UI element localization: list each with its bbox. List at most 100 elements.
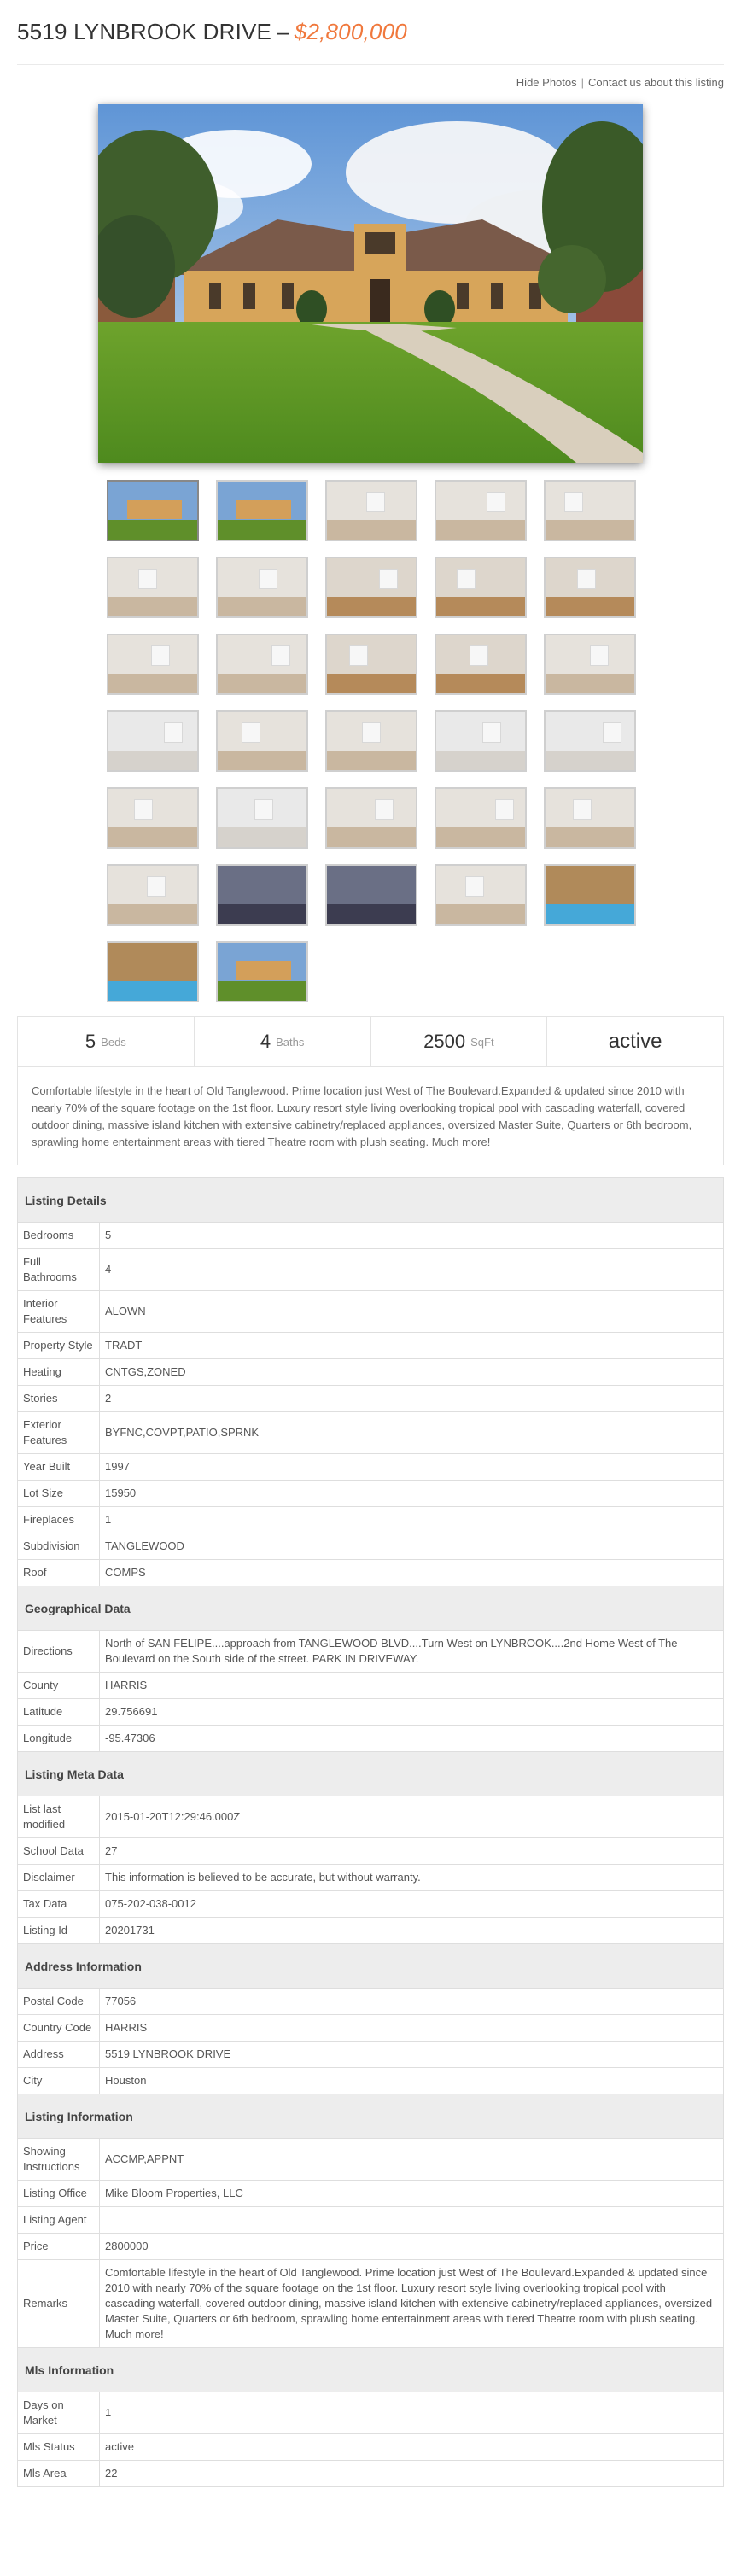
contact-link[interactable]: Contact us about this listing <box>588 76 724 89</box>
detail-row: Listing Id 20201731 <box>17 1917 724 1944</box>
detail-label: Exterior Features <box>17 1411 100 1454</box>
detail-row: Year Built 1997 <box>17 1453 724 1481</box>
detail-row: Latitude 29.756691 <box>17 1698 724 1726</box>
photo-thumbnail[interactable] <box>544 480 636 541</box>
detail-label: School Data <box>17 1837 100 1865</box>
thumbnail-floor <box>218 980 306 1001</box>
detail-value: ALOWN <box>99 1290 724 1333</box>
photo-thumbnail[interactable] <box>435 480 527 541</box>
photo-thumbnail[interactable] <box>107 634 199 695</box>
photo-thumbnail[interactable] <box>107 557 199 618</box>
photo-thumbnail[interactable] <box>544 787 636 849</box>
photo-thumbnail[interactable] <box>216 787 308 849</box>
thumbnail-house <box>127 500 182 519</box>
photo-thumbnail[interactable] <box>216 941 308 1002</box>
photo-thumbnail[interactable] <box>435 634 527 695</box>
photo-thumbnail[interactable] <box>216 634 308 695</box>
house-photo-illustration <box>98 104 643 463</box>
title-dash: – <box>277 19 289 44</box>
photo-thumbnail[interactable] <box>435 557 527 618</box>
detail-label: County <box>17 1672 100 1699</box>
photo-thumbnail[interactable] <box>544 557 636 618</box>
detail-label: Country Code <box>17 2014 100 2042</box>
detail-value: 5519 LYNBROOK DRIVE <box>99 2041 724 2068</box>
photo-thumbnail[interactable] <box>216 710 308 772</box>
listing-status: active <box>608 1030 662 1053</box>
detail-value: 20201731 <box>99 1917 724 1944</box>
photo-thumbnail[interactable] <box>435 787 527 849</box>
thumbnail-window <box>457 569 476 589</box>
thumbnail-house <box>236 500 291 519</box>
stat-sqft-label: SqFt <box>470 1035 494 1049</box>
thumbnail-window <box>349 645 368 666</box>
photo-thumbnail[interactable] <box>435 710 527 772</box>
photo-thumbnail[interactable] <box>107 787 199 849</box>
detail-label: Heating <box>17 1358 100 1386</box>
detail-value: Comfortable lifestyle in the heart of Ol… <box>99 2259 724 2348</box>
section-title: Listing Meta Data <box>17 1751 724 1796</box>
photo-thumbnail[interactable] <box>107 941 199 1002</box>
detail-row: Stories 2 <box>17 1385 724 1412</box>
detail-label: Stories <box>17 1385 100 1412</box>
photo-thumbnail[interactable] <box>325 864 417 926</box>
stat-status: active <box>547 1017 723 1066</box>
listing-address: 5519 LYNBROOK DRIVE <box>17 19 272 44</box>
thumbnail-floor <box>436 673 525 693</box>
detail-value: 1997 <box>99 1453 724 1481</box>
section-header-row: Listing Information <box>17 2094 724 2139</box>
detail-value: 1 <box>99 1506 724 1533</box>
photo-thumbnail[interactable] <box>107 480 199 541</box>
photo-thumbnail[interactable] <box>544 710 636 772</box>
photo-thumbnail[interactable] <box>216 557 308 618</box>
hide-photos-link[interactable]: Hide Photos <box>516 76 577 89</box>
photo-thumbnail[interactable] <box>107 710 199 772</box>
detail-value: This information is believed to be accur… <box>99 1864 724 1891</box>
detail-value: 075-202-038-0012 <box>99 1890 724 1918</box>
listing-details-table: Listing Details Bedrooms 5 Full Bathrooms 4 I… <box>17 1177 724 2487</box>
listing-page: 5519 LYNBROOK DRIVE – $2,800,000 Hide Phot… <box>0 0 741 2487</box>
section-title: Mls Information <box>17 2347 724 2392</box>
detail-row: Longitude -95.47306 <box>17 1725 724 1752</box>
link-separator: | <box>581 75 585 89</box>
detail-row: Bedrooms 5 <box>17 1222 724 1249</box>
thumbnail-window <box>271 645 290 666</box>
detail-label: Full Bathrooms <box>17 1248 100 1291</box>
thumbnail-floor <box>327 519 416 540</box>
thumbnail-window <box>138 569 157 589</box>
photo-thumbnail[interactable] <box>216 480 308 541</box>
thumbnail-floor <box>436 903 525 924</box>
detail-label: Mls Status <box>17 2433 100 2461</box>
photo-thumbnail[interactable] <box>107 864 199 926</box>
detail-row: Heating CNTGS,ZONED <box>17 1358 724 1386</box>
photo-thumbnail[interactable] <box>325 787 417 849</box>
detail-label: Fireplaces <box>17 1506 100 1533</box>
detail-label: Latitude <box>17 1698 100 1726</box>
main-photo[interactable] <box>98 104 643 463</box>
photo-thumbnail[interactable] <box>435 864 527 926</box>
photo-thumbnail[interactable] <box>325 710 417 772</box>
detail-value: 2 <box>99 1385 724 1412</box>
detail-label: Remarks <box>17 2259 100 2348</box>
detail-value: 27 <box>99 1837 724 1865</box>
thumbnail-window <box>577 569 596 589</box>
detail-label: Price <box>17 2233 100 2260</box>
thumbnail-window <box>164 722 183 743</box>
photo-thumbnail[interactable] <box>325 634 417 695</box>
detail-value: COMPS <box>99 1559 724 1586</box>
detail-label: Days on Market <box>17 2392 100 2434</box>
thumbnail-floor <box>108 519 197 540</box>
detail-label: Tax Data <box>17 1890 100 1918</box>
thumbnail-window <box>259 569 277 589</box>
detail-row: Roof COMPS <box>17 1559 724 1586</box>
photo-thumbnail[interactable] <box>325 557 417 618</box>
detail-row: Price 2800000 <box>17 2233 724 2260</box>
photo-thumbnail[interactable] <box>544 634 636 695</box>
listing-title: 5519 LYNBROOK DRIVE – $2,800,000 <box>17 19 407 45</box>
photo-thumbnail[interactable] <box>216 864 308 926</box>
detail-row: Mls Status active <box>17 2433 724 2461</box>
photo-thumbnail[interactable] <box>325 480 417 541</box>
detail-row: Address 5519 LYNBROOK DRIVE <box>17 2041 724 2068</box>
photo-thumbnail[interactable] <box>544 864 636 926</box>
detail-row: Exterior Features BYFNC,COVPT,PATIO,SPRNK <box>17 1411 724 1454</box>
thumbnail-floor <box>546 519 634 540</box>
